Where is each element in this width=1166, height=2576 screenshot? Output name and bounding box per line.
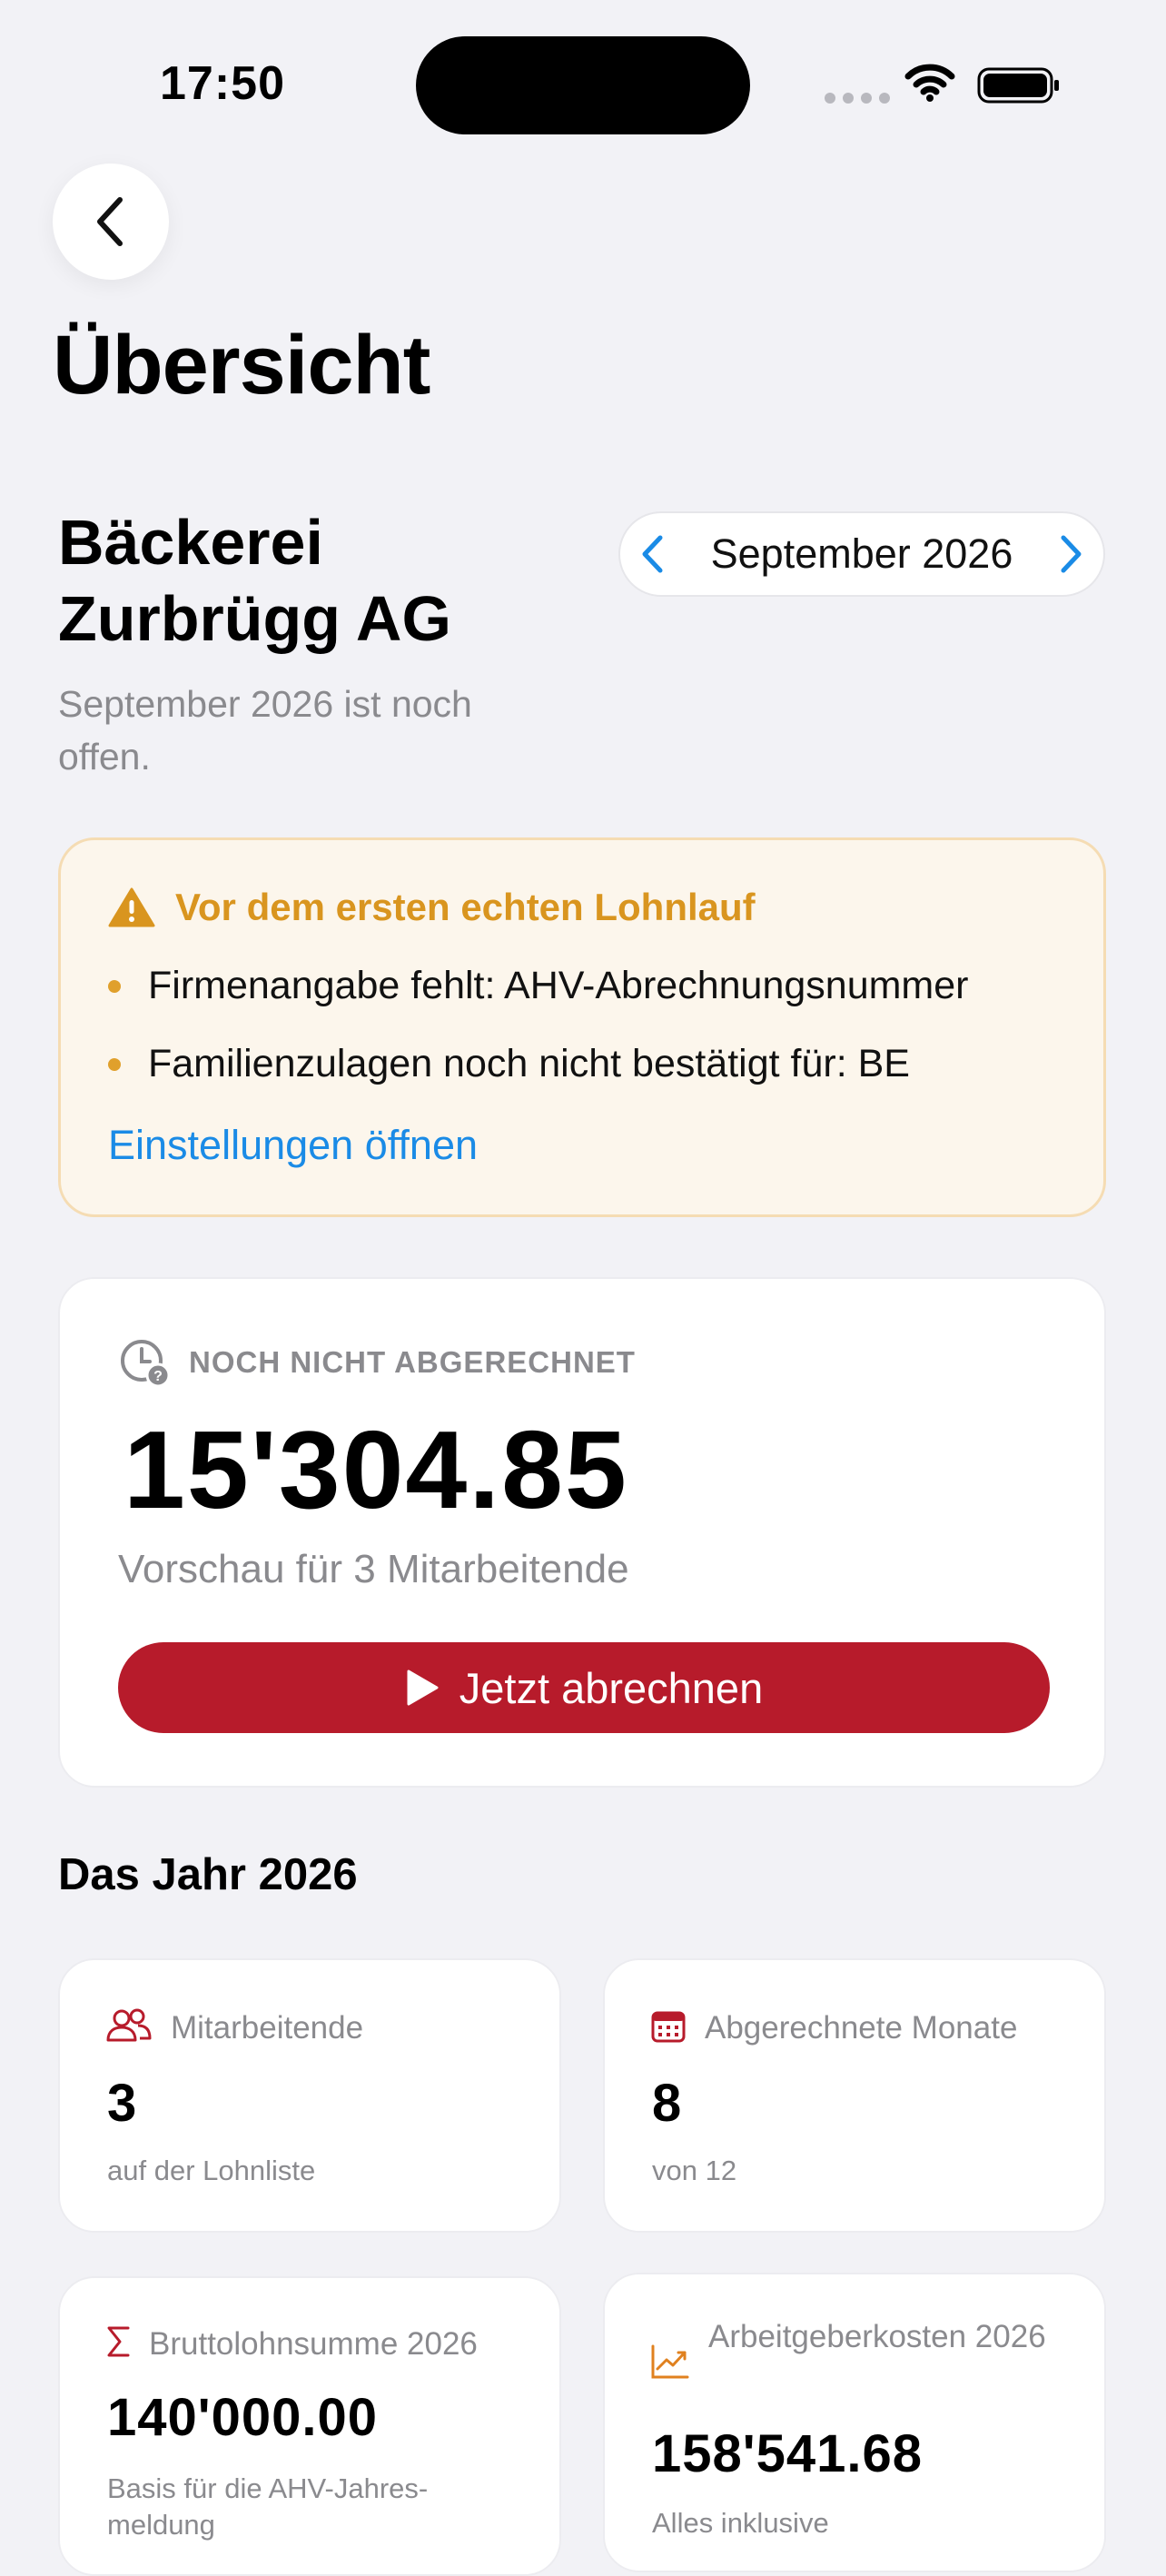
stat-card-months[interactable]: Abgerechnete Monate 8 von 12 <box>603 1958 1106 2233</box>
back-button[interactable] <box>53 163 169 280</box>
pending-amount: 15'304.85 <box>124 1408 628 1531</box>
status-time: 17:50 <box>160 57 285 110</box>
stat-value: 3 <box>107 2074 138 2133</box>
period-status-note: September 2026 ist noch offen. <box>58 683 472 778</box>
play-icon <box>407 1669 439 1706</box>
chevron-left-icon <box>97 197 123 246</box>
dynamic-island <box>416 36 750 134</box>
stat-label: Abgerechnete Monate <box>705 2010 1018 2046</box>
stat-subtext: auf der Lohnliste <box>107 2155 316 2186</box>
stat-subtext: Basis für die AHV-Jahres-meldung <box>107 2472 429 2541</box>
warning-item-text: Firmenangabe fehlt: AHV-Abrechnungsnumme… <box>148 964 969 1007</box>
svg-text:?: ? <box>153 1369 163 1384</box>
sigma-icon <box>107 2326 130 2357</box>
cellular-signal-icon <box>825 93 890 104</box>
warning-card: Vor dem ersten echten Lohnlauf Firmenang… <box>58 837 1106 1217</box>
clock-pending-icon: ? <box>121 1340 171 1388</box>
stat-label: Mitarbeitende <box>171 2010 364 2046</box>
warning-title: Vor dem ersten echten Lohnlauf <box>175 886 756 928</box>
stat-subtext: Alles inklusive <box>652 2507 829 2539</box>
chevron-right-icon <box>1061 535 1082 573</box>
month-picker: September 2026 <box>618 511 1105 597</box>
stat-value: 8 <box>652 2074 683 2133</box>
warning-list-item: Firmenangabe fehlt: AHV-Abrechnungsnumme… <box>108 964 968 1008</box>
bullet <box>108 1057 121 1071</box>
run-payroll-label: Jetzt abrechnen <box>459 1663 764 1712</box>
people-icon <box>106 2008 152 2042</box>
pending-payroll-card: ? NOCH NICHT ABGERECHNET 15'304.85 Vorsc… <box>58 1277 1106 1788</box>
warning-list-item: Familienzulagen noch nicht bestätigt für… <box>108 1042 910 1086</box>
stat-card-gross-salary[interactable]: Bruttolohnsumme 2026 140'000.00 Basis fü… <box>58 2276 561 2576</box>
stat-label: Arbeitgeberkosten 2026 <box>708 2319 1046 2354</box>
battery-icon <box>977 67 1059 104</box>
company-name: Bäckerei Zurbrügg AG <box>58 507 451 654</box>
pending-preview-note: Vorschau für 3 Mitarbeitende <box>118 1547 629 1591</box>
stat-label: Bruttolohnsumme 2026 <box>149 2326 478 2362</box>
next-month-button[interactable] <box>1040 534 1103 574</box>
warning-item-text: Familienzulagen noch nicht bestätigt für… <box>148 1042 910 1085</box>
open-settings-link[interactable]: Einstellungen öffnen <box>108 1122 478 1169</box>
stat-value: 140'000.00 <box>107 2388 378 2447</box>
bullet <box>108 979 121 993</box>
stat-subtext: von 12 <box>652 2155 737 2186</box>
chevron-left-icon <box>642 535 663 573</box>
warning-triangle-icon <box>108 887 155 927</box>
year-section-title: Das Jahr 2026 <box>58 1850 358 1899</box>
chart-trend-icon <box>651 2344 689 2379</box>
month-label: September 2026 <box>710 530 1013 577</box>
stat-value: 158'541.68 <box>652 2424 923 2483</box>
stat-card-employees[interactable]: Mitarbeitende 3 auf der Lohnliste <box>58 1958 561 2233</box>
wifi-icon <box>904 64 955 102</box>
calendar-icon <box>651 2011 686 2043</box>
pending-label: NOCH NICHT ABGERECHNET <box>189 1345 636 1379</box>
page-title: Übersicht <box>53 319 430 411</box>
previous-month-button[interactable] <box>620 534 684 574</box>
run-payroll-button[interactable]: Jetzt abrechnen <box>118 1642 1050 1733</box>
stat-card-employer-costs[interactable]: Arbeitgeberkosten 2026 158'541.68 Alles … <box>603 2273 1106 2572</box>
